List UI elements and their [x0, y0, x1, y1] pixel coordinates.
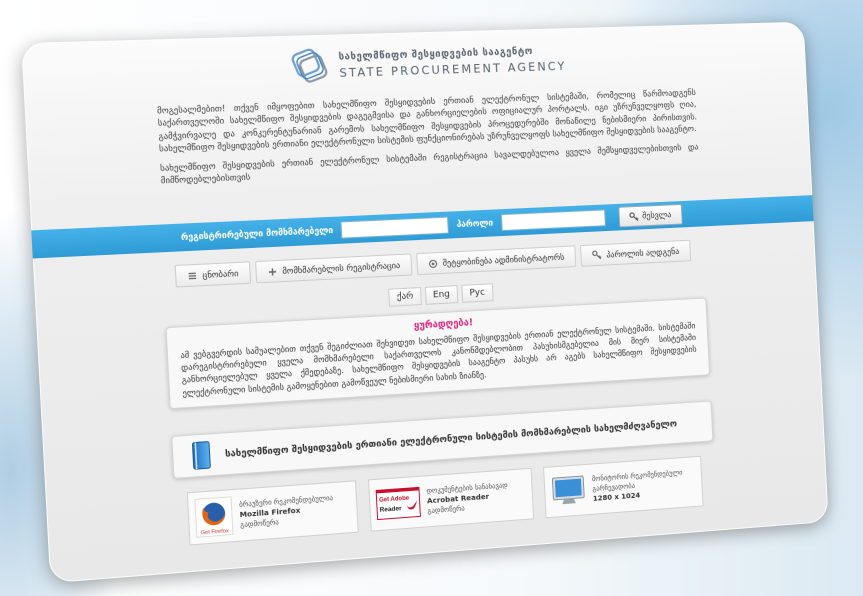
login-button-label: შესვლა: [641, 209, 672, 221]
nav-item-user-registration[interactable]: მომხმარებლის რეგისტრაცია: [255, 253, 413, 284]
message-icon: [428, 259, 438, 268]
nav-item-label: მომხმარებლის რეგისტრაცია: [282, 259, 401, 276]
monitor-resolution-text: მონიტორის რეკომენდებული გარჩევადობა 1280…: [592, 468, 684, 504]
key-icon: [592, 250, 602, 260]
adobe-download-text: დოკუმენტების სანახავად Acrobat Reader გა…: [426, 480, 509, 516]
monitor-resolution-box: მონიტორის რეკომენდებული გარჩევადობა 1280…: [543, 455, 704, 519]
logo-text: სახელმწიფო შესყიდვების სააგენტო STATE PR…: [338, 45, 566, 80]
logo-title-english: STATE PROCUREMENT AGENCY: [339, 58, 567, 80]
nav-item-label: ცნობარი: [202, 268, 239, 281]
language-georgian-button[interactable]: ქარ: [388, 287, 422, 307]
nav-item-label: შეტყობინება ადმინისტრატორს: [442, 251, 565, 268]
username-label: რეგისტრირებული მომხმარებელი: [180, 225, 334, 243]
username-input[interactable]: [340, 216, 450, 239]
password-input[interactable]: [500, 209, 606, 232]
agency-logo-icon: [287, 47, 332, 87]
login-page-card: სახელმწიფო შესყიდვების სააგენტო STATE PR…: [21, 21, 829, 584]
key-icon: [629, 211, 639, 221]
language-english-button[interactable]: Eng: [424, 285, 459, 305]
firefox-logo[interactable]: Get Firefox: [194, 496, 233, 537]
firefox-download-text: ბრაუზერი რეკომენდებულია Mozilla Firefox …: [239, 493, 335, 530]
login-button[interactable]: შესვლა: [617, 203, 683, 228]
book-icon: [191, 440, 211, 470]
downloads-row: Get Firefox ბრაუზერი რეკომენდებულია Mozi…: [46, 447, 827, 556]
adobe-reader-download-box: Get Adobe Reader დოკუმენტების სანახავად …: [368, 467, 535, 532]
nav-item-reference[interactable]: ცნობარი: [174, 261, 252, 288]
monitor-icon: [550, 474, 586, 505]
nav-item-label: პაროლის აღდგენა: [606, 246, 680, 260]
language-russian-button[interactable]: Рус: [461, 283, 494, 303]
plus-icon: [268, 267, 278, 277]
password-label: პაროლი: [456, 218, 494, 230]
intro-text: მოგესალმებით! თქვენ იმყოფებით სახელმწიფო…: [157, 87, 700, 194]
nav-item-message-admin[interactable]: შეტყობინება ადმინისტრატორს: [416, 245, 577, 276]
nav-item-password-recovery[interactable]: პაროლის აღდგენა: [580, 239, 691, 267]
firefox-download-box: Get Firefox ბრაუზერი რეკომენდებულია Mozi…: [186, 480, 359, 546]
list-icon: [188, 271, 198, 281]
user-manual-label: სახელმწიფო შესყიდვების ერთიანი ელექტრონუ…: [224, 417, 678, 460]
adobe-reader-logo[interactable]: Get Adobe Reader: [376, 487, 421, 520]
agency-logo[interactable]: სახელმწიფო შესყიდვების სააგენტო STATE PR…: [22, 33, 806, 95]
